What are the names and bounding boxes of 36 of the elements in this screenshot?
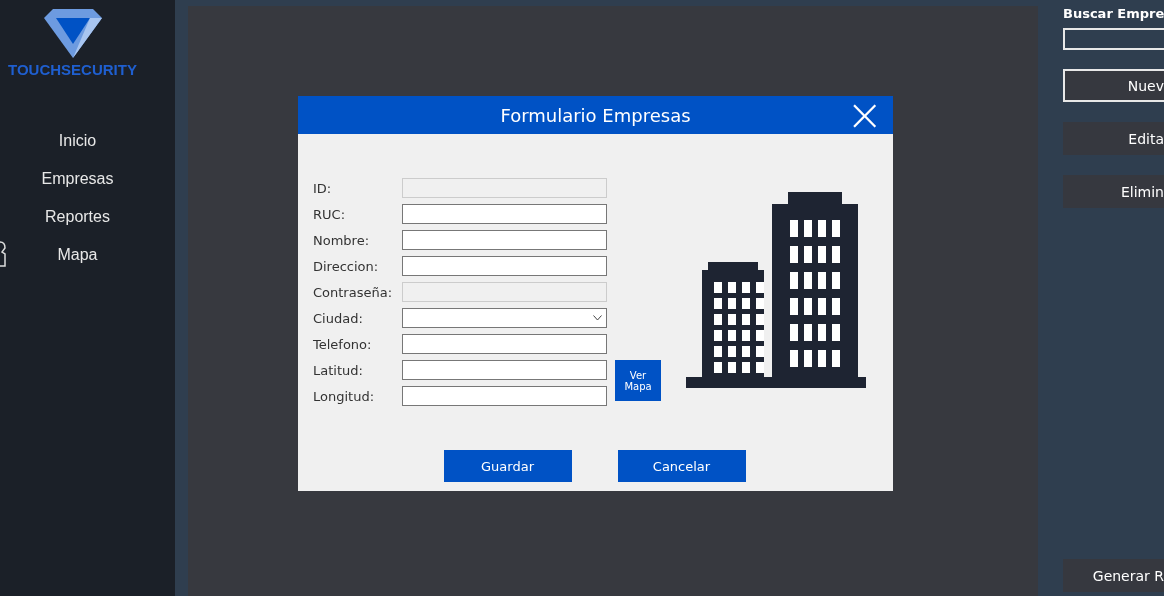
menu-item[interactable]: Inicio bbox=[41, 128, 114, 154]
field-label: Longitud: bbox=[313, 388, 376, 404]
field-label: RUC: bbox=[313, 206, 346, 222]
input-field[interactable] bbox=[402, 230, 607, 250]
input-field[interactable] bbox=[402, 334, 607, 354]
menu-item[interactable]: Empresas bbox=[41, 166, 114, 192]
field-label: Direccion: bbox=[313, 258, 380, 274]
menu-item[interactable]: Reportes bbox=[41, 204, 114, 230]
city-dropdown[interactable] bbox=[402, 308, 607, 328]
field-label: ID: bbox=[313, 180, 333, 196]
chevron-down-icon bbox=[593, 315, 602, 321]
action-button[interactable]: Edita bbox=[1063, 122, 1164, 155]
action-button[interactable]: Nuev bbox=[1063, 69, 1164, 102]
input-field[interactable] bbox=[402, 204, 607, 224]
map-button[interactable]: Ver Mapa bbox=[615, 360, 661, 401]
input-field[interactable] bbox=[402, 256, 607, 276]
close-button[interactable]: × bbox=[846, 98, 883, 132]
logo-text: TOUCHSECURITY bbox=[8, 61, 137, 78]
input-field[interactable] bbox=[402, 360, 607, 380]
field-label: Telefono: bbox=[313, 336, 373, 352]
menu-item[interactable]: Mapa bbox=[41, 242, 114, 268]
action-button[interactable]: Elimin bbox=[1063, 175, 1164, 208]
search-field[interactable] bbox=[1063, 28, 1164, 50]
field-label: Latitud: bbox=[313, 362, 364, 378]
field-label: Contraseña: bbox=[313, 284, 394, 300]
field-label: Ciudad: bbox=[313, 310, 364, 326]
building-icon bbox=[686, 192, 866, 388]
field-label: Nombre: bbox=[313, 232, 371, 248]
dialog-button[interactable]: Guardar bbox=[443, 450, 572, 482]
dialog-button[interactable]: Cancelar bbox=[617, 450, 746, 482]
diamond-logo-icon bbox=[43, 9, 102, 59]
search-label: Buscar Empre bbox=[1063, 6, 1164, 21]
pin-icon bbox=[0, 240, 7, 268]
dialog-title: Formulario Empresas bbox=[500, 104, 691, 126]
input-field[interactable] bbox=[402, 386, 607, 406]
report-button[interactable]: Generar R bbox=[1063, 559, 1164, 592]
